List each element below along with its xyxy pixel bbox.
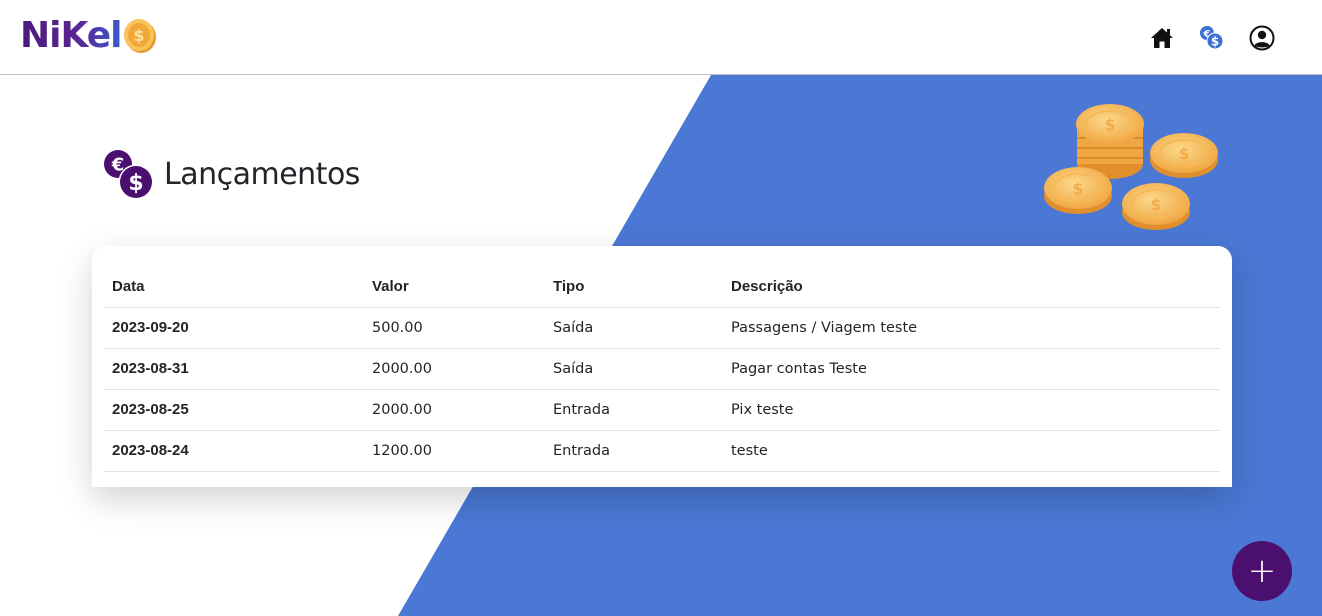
cell-value: 1200.00: [364, 430, 545, 472]
home-icon[interactable]: [1148, 24, 1176, 52]
transactions-table: Data Valor Tipo Descrição 2023-09-20 500…: [104, 266, 1220, 472]
cell-description: Pagar contas Teste: [723, 348, 1220, 390]
svg-text:$: $: [1072, 179, 1083, 198]
cell-date: 2023-09-20: [104, 307, 364, 349]
page-heading: € $ Lançamentos: [102, 148, 360, 200]
svg-text:$: $: [133, 26, 144, 45]
cell-value: 2000.00: [364, 348, 545, 390]
svg-text:$: $: [1104, 115, 1115, 134]
currency-exchange-icon: € $: [104, 150, 154, 200]
cell-date: 2023-08-24: [104, 430, 364, 472]
page-title: Lançamentos: [164, 156, 360, 192]
column-header-description: Descrição: [723, 266, 1220, 308]
cell-type: Saída: [545, 307, 723, 349]
table-row: 2023-08-31 2000.00 Saída Pagar contas Te…: [104, 348, 1220, 390]
brand-logo[interactable]: NiKel $: [20, 14, 160, 58]
top-navbar: NiKel $ € $: [0, 0, 1322, 75]
cell-date: 2023-08-31: [104, 348, 364, 390]
cell-description: teste: [723, 430, 1220, 472]
cell-type: Saída: [545, 348, 723, 390]
transactions-card: Data Valor Tipo Descrição 2023-09-20 500…: [92, 246, 1232, 487]
coins-illustration: $ $ $ $: [1044, 104, 1218, 230]
cell-type: Entrada: [545, 430, 723, 472]
cell-date: 2023-08-25: [104, 389, 364, 431]
table-row: 2023-08-24 1200.00 Entrada teste: [104, 430, 1220, 472]
cell-description: Pix teste: [723, 389, 1220, 431]
column-header-type: Tipo: [545, 266, 723, 308]
cell-type: Entrada: [545, 389, 723, 431]
svg-text:$: $: [128, 171, 143, 196]
column-header-value: Valor: [364, 266, 545, 308]
brand-name: NiKel: [20, 15, 122, 56]
transactions-icon[interactable]: € $: [1198, 24, 1226, 52]
svg-text:$: $: [1150, 195, 1161, 214]
cell-description: Passagens / Viagem teste: [723, 307, 1220, 349]
profile-icon[interactable]: [1248, 24, 1276, 52]
cell-value: 500.00: [364, 307, 545, 349]
cell-value: 2000.00: [364, 389, 545, 431]
table-row: 2023-09-20 500.00 Saída Passagens / Viag…: [104, 307, 1220, 349]
table-header-row: Data Valor Tipo Descrição: [104, 266, 1220, 308]
svg-text:$: $: [1178, 144, 1189, 163]
coin-icon: $: [123, 19, 156, 53]
table-row: 2023-08-25 2000.00 Entrada Pix teste: [104, 389, 1220, 431]
add-transaction-button[interactable]: +: [1232, 541, 1292, 601]
nav-icons: € $: [1148, 24, 1276, 52]
column-header-date: Data: [104, 266, 364, 308]
svg-text:$: $: [1211, 35, 1219, 49]
